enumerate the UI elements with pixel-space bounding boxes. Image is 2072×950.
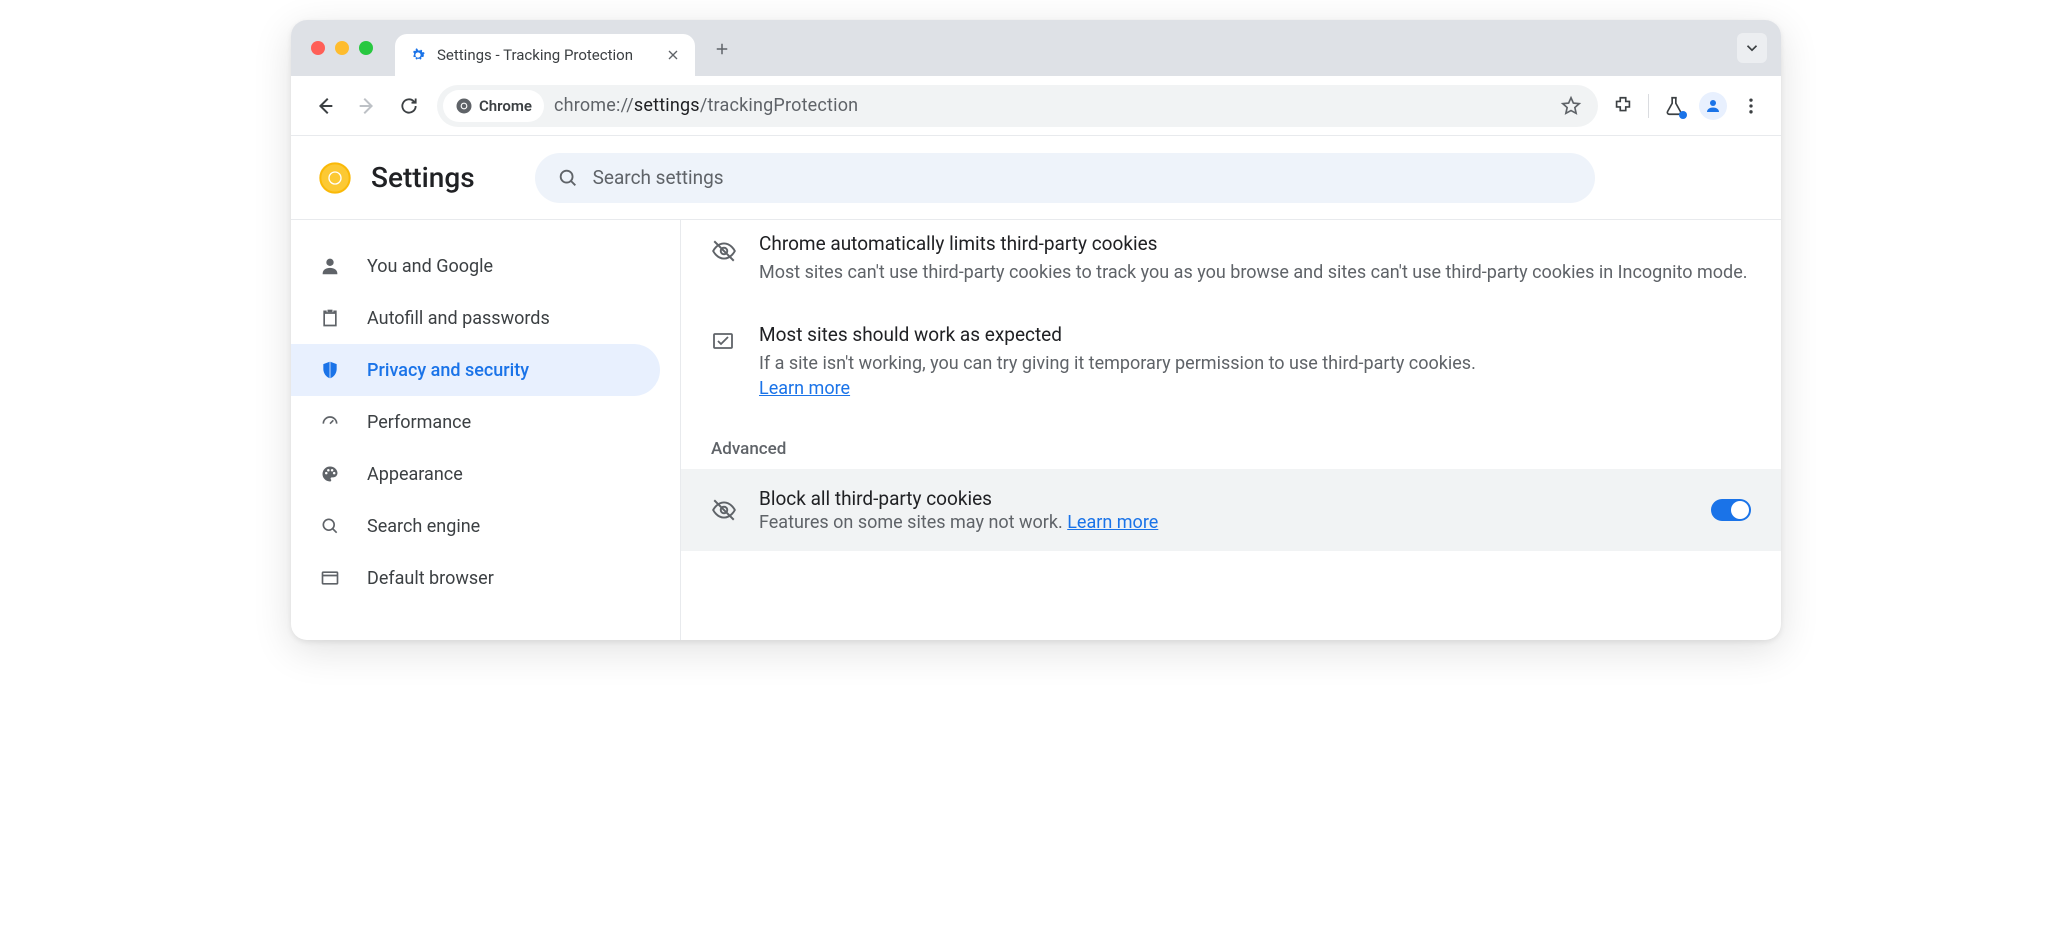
toolbar: Chrome chrome://settings/trackingProtect… [291,76,1781,136]
section-label-advanced: Advanced [681,411,1781,469]
eye-off-icon [711,497,737,523]
speedometer-icon [319,411,341,433]
window-close-button[interactable] [311,41,325,55]
chrome-icon [455,97,473,115]
search-icon [319,515,341,537]
tab-overflow-button[interactable] [1737,33,1767,63]
content-area: Chrome automatically limits third-party … [681,220,1781,640]
tab-strip: Settings - Tracking Protection [291,20,1781,76]
checkbox-icon [711,329,737,355]
clipboard-icon [319,307,341,329]
sidebar-item-privacy[interactable]: Privacy and security [291,344,660,396]
setting-body: Features on some sites may not work. Lea… [759,512,1689,533]
url-text: chrome://settings/trackingProtection [554,95,858,116]
sidebar-item-appearance[interactable]: Appearance [291,448,660,500]
browser-icon [319,567,341,589]
info-body: If a site isn't working, you can try giv… [759,350,1476,378]
labs-icon[interactable] [1663,95,1685,117]
kebab-menu-icon[interactable] [1741,96,1761,116]
sidebar-item-autofill[interactable]: Autofill and passwords [291,292,660,344]
sidebar-item-default-browser[interactable]: Default browser [291,552,660,604]
settings-header: Settings Search settings [291,136,1781,220]
close-icon[interactable] [665,47,681,63]
person-icon [319,255,341,277]
info-row-cookies: Chrome automatically limits third-party … [681,220,1781,299]
extensions-icon[interactable] [1612,95,1634,117]
browser-window: Settings - Tracking Protection Chrome [291,20,1781,640]
search-icon [557,167,579,189]
info-body: Most sites can't use third-party cookies… [759,259,1748,287]
learn-more-link[interactable]: Learn more [1067,512,1158,533]
settings-body: You and Google Autofill and passwords Pr… [291,220,1781,640]
palette-icon [319,463,341,485]
toolbar-separator [1648,94,1649,118]
sidebar: You and Google Autofill and passwords Pr… [291,220,681,640]
window-fullscreen-button[interactable] [359,41,373,55]
sidebar-item-you-and-google[interactable]: You and Google [291,240,660,292]
eye-off-icon [711,238,737,264]
setting-block-cookies[interactable]: Block all third-party cookies Features o… [681,469,1781,551]
new-tab-button[interactable] [713,40,731,58]
page-title: Settings [371,161,475,194]
sidebar-item-label: Autofill and passwords [367,308,550,329]
tab-title: Settings - Tracking Protection [437,46,633,64]
sidebar-item-label: Performance [367,412,471,433]
setting-title: Block all third-party cookies [759,487,1689,510]
info-row-sites-work: Most sites should work as expected If a … [681,299,1781,411]
chip-label: Chrome [479,97,532,115]
sidebar-item-label: Privacy and security [367,360,529,381]
sidebar-item-label: Search engine [367,516,480,537]
toggle-block-cookies[interactable] [1711,499,1751,521]
info-title: Most sites should work as expected [759,323,1476,346]
address-bar[interactable]: Chrome chrome://settings/trackingProtect… [437,85,1598,127]
sidebar-item-label: Default browser [367,568,494,589]
shield-icon [319,359,341,381]
bookmark-icon[interactable] [1560,95,1582,117]
gear-icon [409,46,427,64]
window-controls [311,41,373,55]
reload-button[interactable] [395,92,423,120]
back-button[interactable] [311,92,339,120]
sidebar-item-label: You and Google [367,256,493,277]
profile-button[interactable] [1699,92,1727,120]
site-chip[interactable]: Chrome [443,90,544,122]
sidebar-item-search-engine[interactable]: Search engine [291,500,660,552]
search-placeholder: Search settings [593,166,724,189]
learn-more-link[interactable]: Learn more [759,378,850,399]
sidebar-item-label: Appearance [367,464,463,485]
info-title: Chrome automatically limits third-party … [759,232,1748,255]
forward-button[interactable] [353,92,381,120]
search-input[interactable]: Search settings [535,153,1595,203]
chrome-logo-icon [319,162,351,194]
browser-tab[interactable]: Settings - Tracking Protection [395,34,695,76]
window-minimize-button[interactable] [335,41,349,55]
sidebar-item-performance[interactable]: Performance [291,396,660,448]
